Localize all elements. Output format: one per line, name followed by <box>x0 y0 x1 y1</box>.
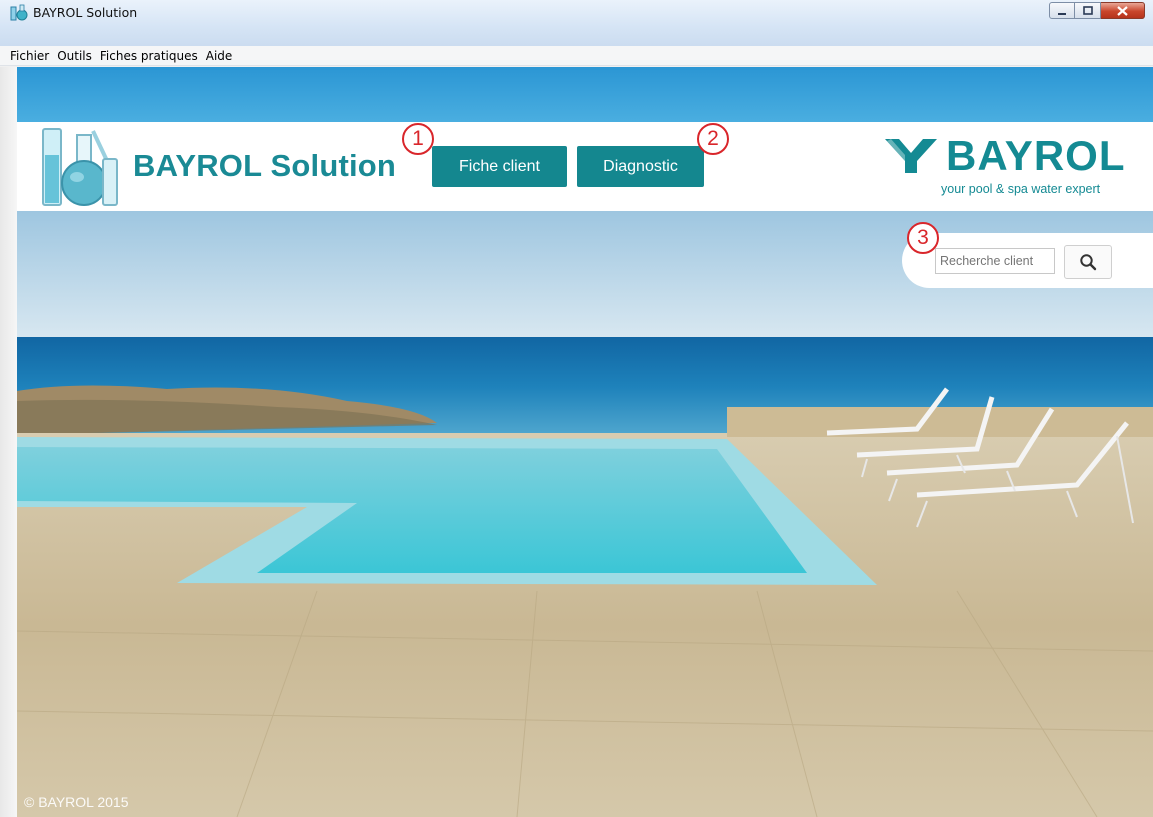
header-band: BAYROL Solution Fiche client Diagnostic … <box>17 122 1153 211</box>
title-bar: BAYROL Solution <box>0 0 1153 46</box>
copyright-text: © BAYROL 2015 <box>24 794 129 810</box>
callout-marker-1: 1 <box>402 123 434 155</box>
window-title: BAYROL Solution <box>33 5 138 20</box>
minimize-icon <box>1050 3 1074 18</box>
search-icon <box>1080 254 1097 271</box>
window-frame-edge <box>0 67 17 817</box>
maximize-icon <box>1075 3 1100 18</box>
search-client-input[interactable] <box>935 248 1055 274</box>
callout-marker-3: 3 <box>907 222 939 254</box>
callout-marker-2: 2 <box>697 123 729 155</box>
menu-fiches-pratiques[interactable]: Fiches pratiques <box>100 49 198 63</box>
pool-background-image <box>17 211 1153 817</box>
search-panel <box>902 233 1153 288</box>
minimize-button[interactable] <box>1049 2 1075 19</box>
flask-logo-icon <box>42 128 118 206</box>
main-content: BAYROL Solution Fiche client Diagnostic … <box>17 67 1153 817</box>
menu-outils[interactable]: Outils <box>57 49 92 63</box>
brand-title: BAYROL Solution <box>133 148 397 183</box>
window-controls <box>1049 2 1145 22</box>
menu-fichier[interactable]: Fichier <box>10 49 49 63</box>
app-icon <box>10 4 28 21</box>
menu-bar: Fichier Outils Fiches pratiques Aide <box>0 46 1153 66</box>
bayrol-logo-text: BAYROL <box>946 132 1126 179</box>
close-button[interactable] <box>1101 2 1145 19</box>
app-window: BAYROL Solution Fichier Outils Fiches pr… <box>0 0 1153 817</box>
close-icon <box>1101 3 1144 18</box>
menu-aide[interactable]: Aide <box>206 49 233 63</box>
maximize-button[interactable] <box>1075 2 1101 19</box>
sky-banner <box>17 67 1153 122</box>
fiche-client-button[interactable]: Fiche client <box>432 146 567 187</box>
bayrol-emblem-icon <box>885 139 937 173</box>
diagnostic-button[interactable]: Diagnostic <box>577 146 704 187</box>
search-button[interactable] <box>1064 245 1112 279</box>
bayrol-tagline: your pool & spa water expert <box>941 182 1101 196</box>
